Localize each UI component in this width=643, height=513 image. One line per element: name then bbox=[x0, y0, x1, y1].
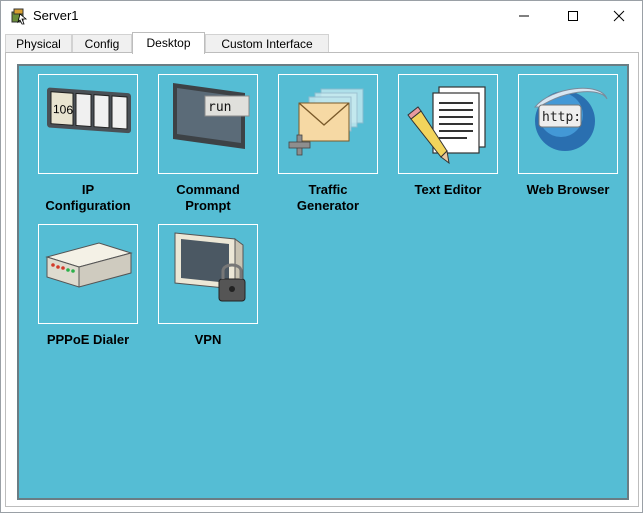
tab-config[interactable]: Config bbox=[72, 34, 132, 53]
command-prompt-tile[interactable]: run bbox=[158, 74, 258, 174]
web-browser-icon: http: bbox=[533, 87, 608, 151]
tab-desktop[interactable]: Desktop bbox=[132, 32, 205, 54]
close-icon bbox=[613, 10, 625, 22]
ip-configuration-tile[interactable]: 106 bbox=[38, 74, 138, 174]
app-label: PPPoE Dialer bbox=[46, 332, 130, 347]
app-web-browser[interactable]: http: Web Browser bbox=[516, 74, 620, 198]
app-label: Command Prompt bbox=[176, 182, 240, 213]
web-browser-tile[interactable]: http: bbox=[518, 74, 618, 174]
tab-physical[interactable]: Physical bbox=[5, 34, 72, 53]
traffic-generator-tile[interactable] bbox=[278, 74, 378, 174]
title-bar[interactable]: Server1 bbox=[1, 1, 642, 31]
text-editor-tile[interactable] bbox=[398, 74, 498, 174]
ip-tile-number: 106 bbox=[53, 102, 73, 117]
app-label: VPN bbox=[194, 332, 222, 347]
close-button[interactable] bbox=[596, 1, 642, 31]
traffic-generator-icon bbox=[288, 88, 364, 156]
desktop-tab-panel: 106 IP Configuration run Command Prompt … bbox=[5, 52, 639, 507]
app-label: Traffic Generator bbox=[296, 182, 360, 213]
run-text: run bbox=[208, 100, 231, 115]
window-title: Server1 bbox=[33, 8, 79, 23]
maximize-button[interactable] bbox=[550, 1, 596, 31]
vpn-tile[interactable] bbox=[158, 224, 258, 324]
app-label: Web Browser bbox=[526, 182, 610, 197]
minimize-button[interactable] bbox=[501, 1, 547, 31]
app-pppoe-dialer[interactable]: PPPoE Dialer bbox=[36, 224, 140, 348]
http-text: http: bbox=[542, 110, 581, 125]
app-vpn[interactable]: VPN bbox=[156, 224, 260, 348]
app-traffic-generator[interactable]: Traffic Generator bbox=[276, 74, 380, 214]
app-label: Text Editor bbox=[414, 182, 482, 197]
pppoe-dialer-tile[interactable] bbox=[38, 224, 138, 324]
packet-tracer-app-icon bbox=[10, 7, 28, 25]
app-label: IP Configuration bbox=[45, 182, 131, 213]
pppoe-dialer-icon bbox=[45, 242, 133, 288]
app-text-editor[interactable]: Text Editor bbox=[396, 74, 500, 198]
command-prompt-icon: run bbox=[173, 83, 250, 149]
ip-configuration-icon: 106 bbox=[47, 87, 131, 134]
maximize-icon bbox=[568, 11, 578, 21]
desktop-area: 106 IP Configuration run Command Prompt … bbox=[17, 64, 629, 500]
server-window: Server1 Physical Config Desktop Custom I… bbox=[0, 0, 643, 513]
text-editor-icon bbox=[407, 86, 486, 165]
app-command-prompt[interactable]: run Command Prompt bbox=[156, 74, 260, 214]
minimize-icon bbox=[519, 15, 529, 17]
vpn-icon bbox=[174, 232, 246, 302]
tab-custom-interface[interactable]: Custom Interface bbox=[205, 34, 329, 53]
app-ip-configuration[interactable]: 106 IP Configuration bbox=[36, 74, 140, 214]
